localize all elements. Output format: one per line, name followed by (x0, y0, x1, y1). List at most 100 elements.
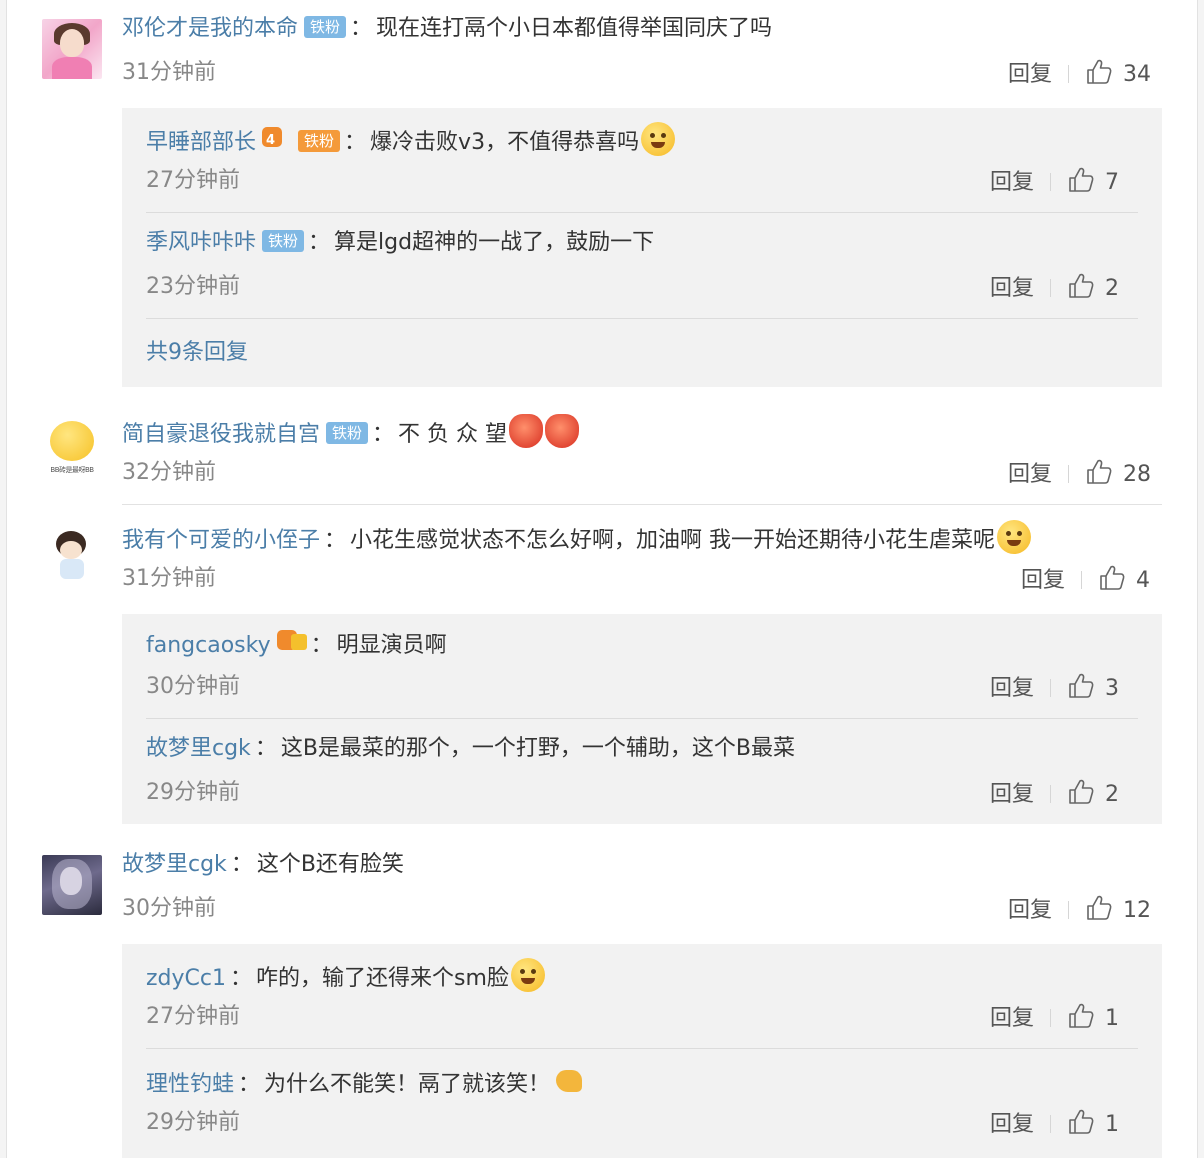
username-link[interactable]: 季风咔咔咔 (146, 230, 256, 255)
thumbs-up-icon[interactable] (1067, 272, 1095, 300)
like-count: 1 (1105, 1112, 1120, 1137)
reply-button[interactable]: 回复 (990, 274, 1034, 304)
username-link[interactable]: 简自豪退役我就自宫 (122, 422, 320, 447)
laugh-tears-emoji-icon (997, 520, 1032, 554)
vip-crown-icon (276, 628, 307, 650)
reply-divider (146, 718, 1138, 719)
like-count: 34 (1123, 62, 1152, 87)
action-divider (1068, 901, 1070, 919)
action-divider (1050, 785, 1052, 803)
comment-text: 爆冷击败v3，不值得恭喜吗 (370, 130, 640, 155)
username-link[interactable]: 早睡部部长 (146, 130, 256, 155)
colon-separator: ： (372, 422, 395, 447)
reply-button[interactable]: 回复 (990, 674, 1034, 704)
thumbs-up-icon[interactable] (1098, 564, 1126, 592)
timestamp: 29分钟前 (146, 1110, 240, 1135)
timestamp: 27分钟前 (146, 168, 240, 193)
reply-button[interactable]: 回复 (990, 1004, 1034, 1034)
thumbs-up-icon[interactable] (1085, 894, 1113, 922)
reply-divider (146, 212, 1138, 213)
colon-separator: ： (254, 736, 277, 761)
colon-separator: ： (308, 230, 331, 255)
timestamp: 27分钟前 (146, 1004, 240, 1029)
like-count: 28 (1123, 462, 1152, 487)
replies-panel: 早睡部部长 4 铁粉：爆冷击败v3，不值得恭喜吗 27分钟前 回复 7 季风咔咔咔 铁粉… (122, 108, 1162, 387)
comment-text: 这B是最菜的那个，一个打野，一个辅助，这个B最菜 (280, 736, 796, 761)
fan-badge[interactable]: 铁粉 (298, 130, 341, 152)
username-link[interactable]: 故梦里cgk (122, 852, 227, 877)
thumbs-up-icon[interactable] (1067, 1002, 1095, 1030)
action-divider (1050, 279, 1052, 297)
user-avatar[interactable] (42, 855, 102, 915)
comment-text: 算是lgd超神的一战了，鼓励一下 (334, 230, 655, 255)
like-count: 4 (1136, 568, 1151, 593)
reply-actions: 回复 2 (990, 272, 1119, 304)
thumbs-up-icon[interactable] (1085, 458, 1113, 486)
username-link[interactable]: 邓伦才是我的本命 (122, 16, 298, 41)
reply-button[interactable]: 回复 (990, 780, 1034, 810)
comment-text: 小花生感觉状态不怎么好啊，加油啊 我一开始还期待小花生虐菜呢 (350, 528, 996, 553)
replies-panel: zdyCc1：咋的，输了还得来个sm脸 27分钟前 回复 1 理性钓蛙：为什么不能… (122, 944, 1162, 1158)
like-count: 12 (1123, 898, 1152, 923)
user-avatar[interactable] (42, 19, 102, 79)
reply-actions: 回复 7 (990, 166, 1119, 198)
replies-panel: fangcaosky：明显演员啊 30分钟前 回复 3 故梦里cgk：这B是最菜的… (122, 614, 1162, 824)
comment-actions: 回复 12 (1008, 894, 1151, 926)
username-link[interactable]: 故梦里cgk (146, 736, 251, 761)
timestamp: 30分钟前 (146, 674, 240, 699)
username-link[interactable]: fangcaosky (146, 633, 271, 658)
more-replies-link[interactable]: 共9条回复 (146, 338, 248, 368)
fan-badge[interactable]: 铁粉 (262, 230, 305, 252)
thumbs-up-icon[interactable] (1067, 166, 1095, 194)
right-frame-edge (1197, 0, 1204, 1158)
reply-button[interactable]: 回复 (1008, 60, 1052, 90)
thumbs-up-icon[interactable] (1067, 1108, 1095, 1136)
fan-badge[interactable]: 铁粉 (304, 16, 347, 38)
user-avatar[interactable] (42, 525, 102, 585)
reply-button[interactable]: 回复 (990, 168, 1034, 198)
colon-separator: ： (324, 528, 347, 553)
username-link[interactable]: zdyCc1 (146, 966, 226, 991)
user-avatar[interactable]: BB砖是最呀BB (42, 419, 102, 479)
thumbs-up-icon[interactable] (1085, 58, 1113, 86)
comment-text: 现在连打鬲个小日本都值得举国同庆了吗 (376, 16, 773, 41)
timestamp: 31分钟前 (122, 60, 216, 85)
reply-actions: 回复 3 (990, 672, 1119, 704)
colon-separator: ： (230, 966, 253, 991)
reply-button[interactable]: 回复 (1008, 460, 1052, 490)
action-divider (1050, 1115, 1052, 1133)
colon-separator: ： (310, 633, 333, 658)
reply-actions: 回复 1 (990, 1108, 1119, 1140)
timestamp: 30分钟前 (122, 896, 216, 921)
comment-text: 为什么不能笑！鬲了就该笑！ (264, 1072, 551, 1097)
left-frame-edge (0, 0, 7, 1158)
colon-separator: ： (344, 130, 367, 155)
comment-divider (122, 504, 1162, 505)
grin-emoji-icon (510, 958, 545, 992)
reply-button[interactable]: 回复 (990, 1110, 1034, 1140)
red-envelope-emoji-icon (545, 414, 580, 448)
avatar-caption: BB砖是最呀BB (50, 466, 94, 474)
comment-text: 明显演员啊 (336, 633, 447, 658)
fan-badge[interactable]: 铁粉 (326, 422, 369, 444)
reply-actions: 回复 1 (990, 1002, 1119, 1034)
comment-actions: 回复 28 (1008, 458, 1151, 490)
username-link[interactable]: 我有个可爱的小侄子 (122, 528, 320, 553)
red-envelope-emoji-icon (509, 414, 544, 448)
username-link[interactable]: 理性钓蛙 (146, 1072, 234, 1097)
reply-button[interactable]: 回复 (1021, 566, 1065, 596)
thumbs-up-icon[interactable] (1067, 672, 1095, 700)
action-divider (1050, 679, 1052, 697)
reply-divider (146, 1048, 1138, 1049)
like-count: 7 (1105, 170, 1120, 195)
action-divider (1081, 571, 1083, 589)
like-count: 2 (1105, 782, 1120, 807)
action-divider (1068, 65, 1070, 83)
thumbs-up-icon[interactable] (1067, 778, 1095, 806)
reply-button[interactable]: 回复 (1008, 896, 1052, 926)
action-divider (1050, 1009, 1052, 1027)
colon-separator: ： (230, 852, 253, 877)
flexed-bicep-emoji-icon (552, 1064, 586, 1098)
comment-text: 这个B还有脸笑 (256, 852, 404, 877)
comment-actions: 回复 34 (1008, 58, 1151, 90)
